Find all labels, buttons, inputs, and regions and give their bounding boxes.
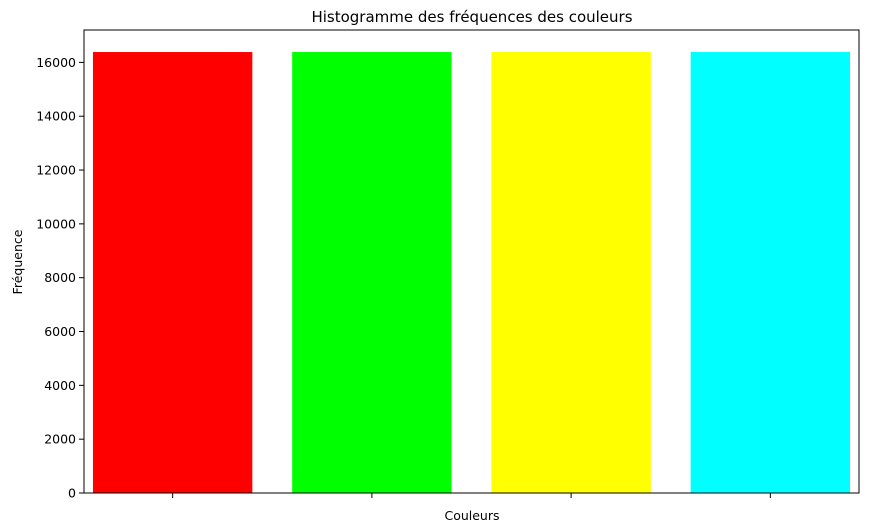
bar-chart: Histogramme des fréquences des couleurs … (10, 8, 860, 523)
y-tick-label: 12000 (36, 163, 76, 178)
y-axis-label: Fréquence (10, 229, 25, 294)
y-tick-label: 14000 (36, 109, 76, 124)
bars-group (92, 52, 851, 494)
y-tick-label: 6000 (44, 324, 76, 339)
y-tick-label: 10000 (36, 216, 76, 231)
y-tick-label: 0 (68, 486, 76, 501)
x-axis (172, 493, 771, 498)
bar-4 (690, 52, 851, 494)
x-axis-label: Couleurs (444, 508, 499, 523)
y-tick-label: 16000 (36, 55, 76, 70)
y-tick-label: 2000 (44, 432, 76, 447)
bar-2 (292, 52, 452, 494)
bar-3 (491, 52, 651, 494)
y-axis: 0 2000 4000 6000 8000 10000 12000 14000 16000 (36, 55, 84, 501)
chart-title: Histogramme des fréquences des couleurs (311, 8, 632, 26)
bar-1 (92, 52, 253, 494)
y-tick-label: 4000 (44, 378, 76, 393)
y-tick-label: 8000 (44, 270, 76, 285)
